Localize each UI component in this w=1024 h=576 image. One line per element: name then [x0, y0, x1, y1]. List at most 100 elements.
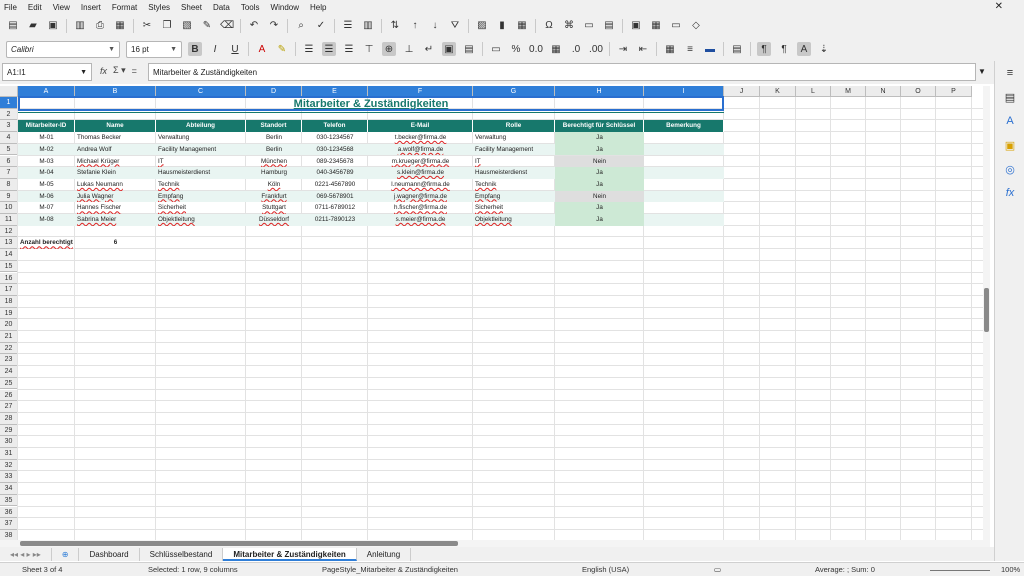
font-name-box[interactable]: Calibri ▼ [6, 40, 120, 58]
table-cell[interactable]: Berlin [246, 143, 302, 156]
row-header-14[interactable]: 14 [0, 249, 18, 261]
redo-icon[interactable]: ↷ [267, 19, 281, 33]
table-cell[interactable] [644, 167, 724, 179]
paste-icon[interactable]: ▧ [180, 19, 194, 33]
row-header-22[interactable]: 22 [0, 342, 18, 355]
row-header-9[interactable]: 9 [0, 190, 18, 203]
row-header-38[interactable]: 38 [0, 529, 18, 540]
font-color-icon[interactable]: A [255, 42, 269, 56]
table-cell[interactable] [644, 214, 724, 226]
define-print-area-icon[interactable]: ▣ [629, 19, 643, 33]
table-cell[interactable] [644, 132, 724, 144]
tab-mitarbeiter[interactable]: Mitarbeiter & Zuständigkeiten [223, 547, 357, 561]
table-cell[interactable]: IT [473, 156, 555, 168]
table-cell[interactable]: s.klein@firma.de [368, 167, 473, 179]
table-cell[interactable]: Technik [473, 179, 555, 191]
row-header-10[interactable]: 10 [0, 202, 18, 214]
table-cell[interactable]: Michael Krüger [75, 156, 156, 168]
hyperlink-icon[interactable]: ⌘ [562, 19, 576, 33]
page-style[interactable]: PageStyle_Mitarbeiter & Zuständigkeiten [322, 565, 458, 574]
table-cell[interactable] [644, 190, 724, 203]
table-cell[interactable]: Lukas Neumann [75, 179, 156, 191]
right-to-left-icon[interactable]: ¶ [777, 42, 791, 56]
autofilter-icon[interactable]: ⛛ [448, 19, 462, 33]
left-to-right-icon[interactable]: ¶ [757, 42, 771, 56]
sort-ascending-icon[interactable]: ↑ [408, 19, 422, 33]
show-draw-functions-icon[interactable]: ◇ [689, 19, 703, 33]
summary-value[interactable]: 6 [75, 237, 156, 249]
name-box[interactable]: A1:I1 ▼ [2, 63, 92, 81]
table-cell[interactable]: M-08 [18, 214, 75, 226]
summary-label[interactable]: Anzahl berechtigt [18, 237, 75, 249]
table-cell[interactable]: 069-5678901 [302, 190, 368, 203]
header-cell[interactable]: Berechtigt für Schlüssel [555, 120, 644, 133]
comment-icon[interactable]: ▭ [582, 19, 596, 33]
table-cell[interactable]: Ja [555, 178, 644, 191]
header-cell[interactable]: Mitarbeiter-ID [18, 120, 75, 133]
table-cell[interactable]: h.fischer@firma.de [368, 202, 473, 214]
selection-mode-icon[interactable]: ▭ [714, 565, 721, 574]
table-cell[interactable]: 0221-4567890 [302, 179, 368, 191]
table-cell[interactable]: 040-3456789 [302, 167, 368, 179]
row-header-5[interactable]: 5 [0, 143, 18, 156]
headers-footers-icon[interactable]: ▤ [602, 19, 616, 33]
row-header-28[interactable]: 28 [0, 412, 18, 425]
open-icon[interactable]: ▰ [26, 19, 40, 33]
table-cell[interactable]: Technik [156, 179, 246, 191]
menu-window[interactable]: Window [271, 3, 299, 12]
scroll-thumb[interactable] [20, 541, 458, 546]
formula-input[interactable]: Mitarbeiter & Zuständigkeiten [148, 63, 976, 81]
bold-icon[interactable]: B [188, 42, 202, 56]
row-header-15[interactable]: 15 [0, 260, 18, 273]
align-right-icon[interactable]: ☰ [342, 42, 356, 56]
row-header-17[interactable]: 17 [0, 284, 18, 296]
table-cell[interactable]: M-06 [18, 190, 75, 203]
menu-icon[interactable]: ≡ [1003, 67, 1017, 81]
tab-anleitung[interactable]: Anleitung [357, 547, 412, 561]
align-top-icon[interactable]: ⊤ [362, 42, 376, 56]
conditional-format-icon[interactable]: ▤ [730, 42, 744, 56]
column-header-j[interactable]: J [724, 86, 760, 97]
percent-format-icon[interactable]: % [509, 42, 523, 56]
pivot-table-icon[interactable]: ▦ [515, 19, 529, 33]
table-cell[interactable]: Thomas Becker [75, 132, 156, 144]
menu-insert[interactable]: Insert [81, 3, 101, 12]
chart-icon[interactable]: ▮ [495, 19, 509, 33]
menu-edit[interactable]: Edit [28, 3, 42, 12]
language[interactable]: English (USA) [582, 565, 629, 574]
function-wizard-icon[interactable]: fx [100, 66, 107, 76]
header-cell[interactable]: Abteilung [156, 120, 246, 133]
menu-format[interactable]: Format [112, 3, 137, 12]
align-center-icon[interactable]: ☰ [322, 42, 336, 56]
table-cell[interactable]: Köln [246, 179, 302, 191]
align-bottom-icon[interactable]: ⊥ [402, 42, 416, 56]
row-header-36[interactable]: 36 [0, 506, 18, 519]
row-header-29[interactable]: 29 [0, 424, 18, 437]
number-format-icon[interactable]: 0.0 [529, 42, 543, 56]
table-cell[interactable]: Julia Wagner [75, 190, 156, 203]
table-cell[interactable]: Ja [555, 214, 644, 226]
print-icon[interactable]: ⎙ [93, 19, 107, 33]
table-cell[interactable]: Sicherheit [473, 202, 555, 214]
table-cell[interactable]: Stuttgart [246, 202, 302, 214]
table-cell[interactable]: j.wagner@firma.de [368, 190, 473, 203]
row-header-34[interactable]: 34 [0, 483, 18, 495]
header-cell[interactable]: Rolle [473, 120, 555, 133]
row-header-37[interactable]: 37 [0, 518, 18, 530]
table-cell[interactable]: t.becker@firma.de [368, 132, 473, 144]
text-orientation-horizontal-icon[interactable]: A [797, 42, 811, 56]
table-cell[interactable]: 0711-6789012 [302, 202, 368, 214]
table-cell[interactable]: m.krueger@firma.de [368, 156, 473, 168]
table-cell[interactable]: Düsseldorf [246, 214, 302, 226]
horizontal-scrollbar[interactable] [0, 540, 990, 547]
table-cell[interactable]: Objektleitung [156, 214, 246, 226]
table-cell[interactable] [644, 156, 724, 168]
align-left-icon[interactable]: ☰ [302, 42, 316, 56]
table-cell[interactable]: Sabrina Meier [75, 214, 156, 226]
table-cell[interactable]: Verwaltung [156, 132, 246, 144]
border-color-icon[interactable]: ▬ [703, 42, 717, 56]
table-cell[interactable] [644, 143, 724, 156]
scroll-thumb[interactable] [984, 288, 989, 332]
spreadsheet-grid[interactable]: ABCDEFGHIJKLMNOP 1 2 3 4 5 6 7 8 9 10 11 12 13 14 15 16… [0, 86, 990, 540]
merge-center-icon[interactable]: ▣ [442, 42, 456, 56]
